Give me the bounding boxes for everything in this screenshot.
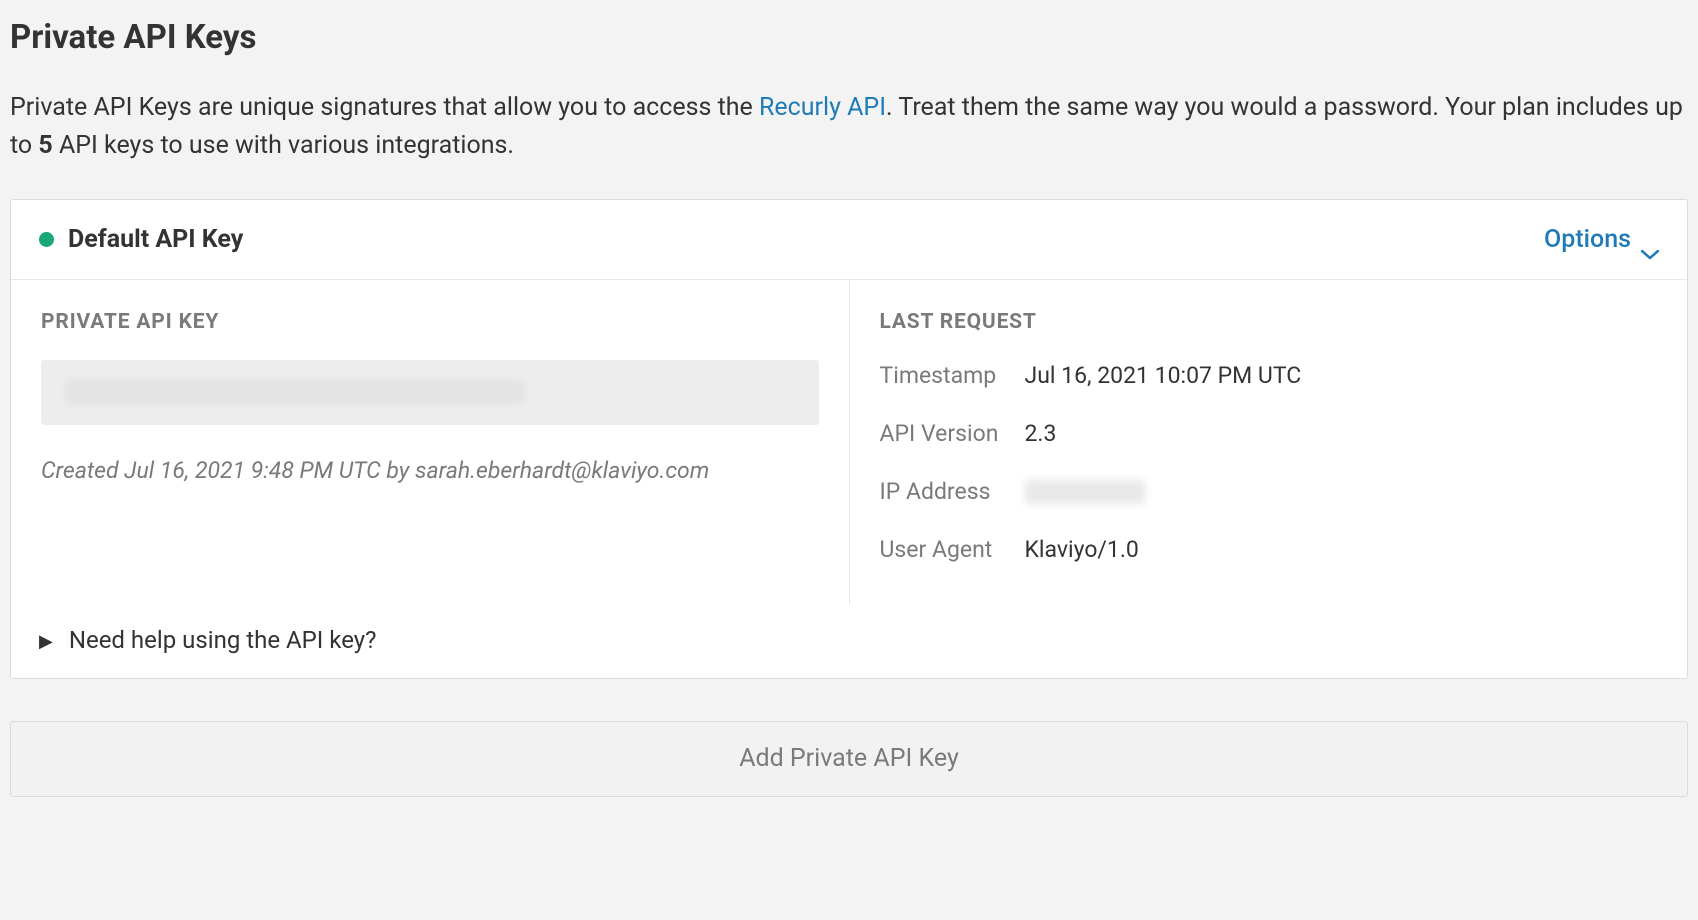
api-key-card: Default API Key Options PRIVATE API KEY … bbox=[10, 199, 1688, 679]
options-dropdown[interactable]: Options bbox=[1544, 222, 1659, 257]
last-request-section: LAST REQUEST Timestamp Jul 16, 2021 10:0… bbox=[850, 280, 1688, 604]
options-label: Options bbox=[1544, 222, 1631, 257]
help-text: Need help using the API key? bbox=[69, 624, 377, 658]
api-key-field[interactable] bbox=[41, 360, 819, 425]
private-key-label: PRIVATE API KEY bbox=[41, 308, 819, 337]
api-version-row: API Version 2.3 bbox=[880, 418, 1658, 450]
api-version-label: API Version bbox=[880, 418, 1005, 450]
api-key-redacted bbox=[65, 380, 525, 404]
ip-address-row: IP Address bbox=[880, 476, 1658, 508]
user-agent-value: Klaviyo/1.0 bbox=[1025, 534, 1139, 566]
ip-address-label: IP Address bbox=[880, 476, 1005, 508]
private-key-section: PRIVATE API KEY Created Jul 16, 2021 9:4… bbox=[11, 280, 850, 604]
card-title: Default API Key bbox=[68, 222, 243, 257]
disclosure-triangle-icon: ▶ bbox=[39, 629, 53, 654]
add-private-api-key-button[interactable]: Add Private API Key bbox=[10, 721, 1688, 797]
status-dot-icon bbox=[39, 232, 54, 247]
created-text: Created Jul 16, 2021 9:48 PM UTC by sara… bbox=[41, 455, 819, 487]
recurly-api-link[interactable]: Recurly API bbox=[759, 93, 886, 122]
help-toggle[interactable]: ▶ Need help using the API key? bbox=[11, 604, 1687, 678]
last-request-label: LAST REQUEST bbox=[880, 308, 1658, 337]
chevron-down-icon bbox=[1641, 235, 1659, 245]
ip-redacted bbox=[1025, 480, 1145, 504]
timestamp-value: Jul 16, 2021 10:07 PM UTC bbox=[1025, 360, 1302, 392]
card-body: PRIVATE API KEY Created Jul 16, 2021 9:4… bbox=[11, 280, 1687, 604]
desc-prefix: Private API Keys are unique signatures t… bbox=[10, 93, 759, 122]
key-limit: 5 bbox=[38, 131, 52, 160]
page-description: Private API Keys are unique signatures t… bbox=[10, 89, 1688, 164]
card-header: Default API Key Options bbox=[11, 200, 1687, 280]
api-version-value: 2.3 bbox=[1025, 418, 1057, 450]
desc-suffix: API keys to use with various integration… bbox=[53, 131, 514, 160]
timestamp-label: Timestamp bbox=[880, 360, 1005, 392]
user-agent-row: User Agent Klaviyo/1.0 bbox=[880, 534, 1658, 566]
user-agent-label: User Agent bbox=[880, 534, 1005, 566]
add-button-label: Add Private API Key bbox=[739, 741, 959, 776]
timestamp-row: Timestamp Jul 16, 2021 10:07 PM UTC bbox=[880, 360, 1658, 392]
page-title: Private API Keys bbox=[10, 15, 1688, 61]
ip-address-value bbox=[1025, 480, 1145, 504]
